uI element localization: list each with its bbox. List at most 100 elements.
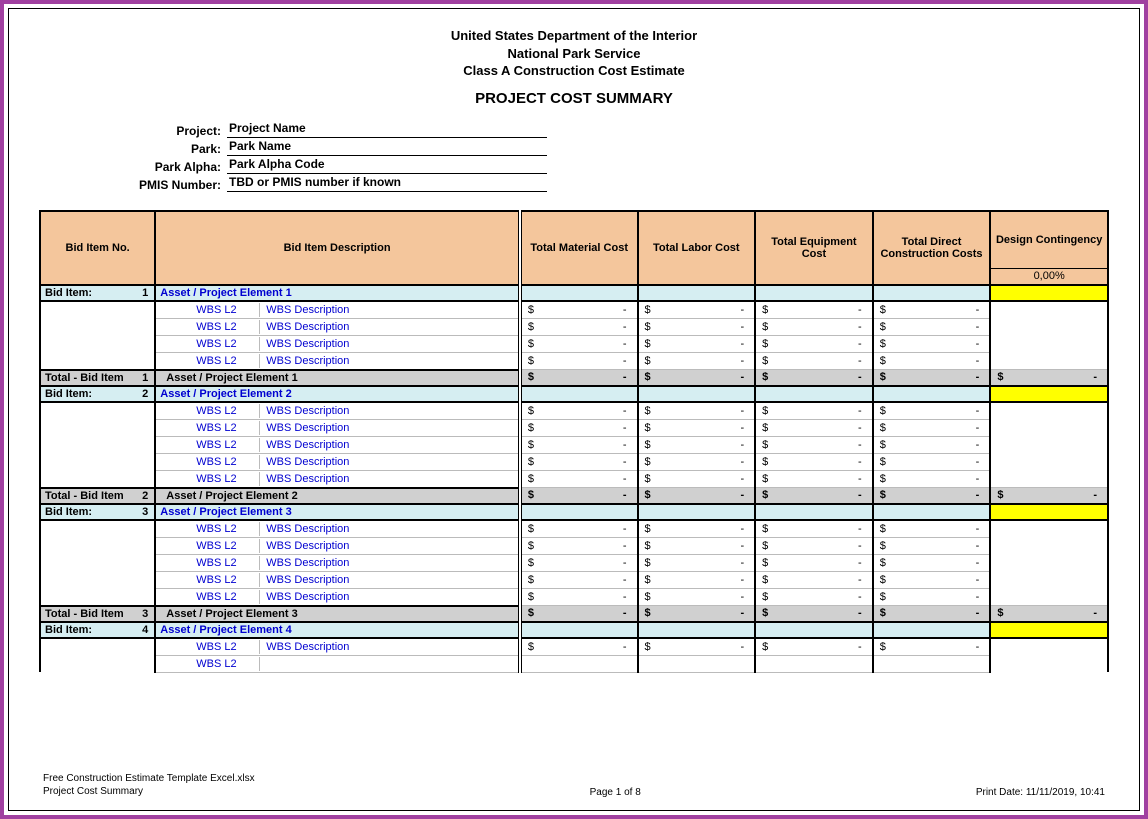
hdr-lab (638, 285, 756, 301)
hdr-eq (755, 504, 873, 520)
money-cell: $- (638, 554, 756, 571)
empty-bidno (40, 571, 155, 588)
header-line-2: National Park Service (39, 45, 1109, 63)
doc-header: United States Department of the Interior… (39, 27, 1109, 107)
total-row: Total - Bid Item2 Asset / Project Elemen… (40, 488, 1108, 504)
money-cell: $- (873, 370, 991, 386)
hdr-eq (755, 386, 873, 402)
money-cell: $- (873, 520, 991, 538)
money-cell: $- (755, 520, 873, 538)
empty-cont (990, 436, 1108, 453)
empty-bidno (40, 470, 155, 488)
hdr-eq (755, 622, 873, 638)
money-cell: $- (755, 402, 873, 420)
cost-table: Bid Item No. Bid Item Description Total … (39, 210, 1109, 673)
wbs-cell: WBS L2 (155, 655, 520, 672)
bid-header-row: Bid Item:1 Asset / Project Element 1 (40, 285, 1108, 301)
money-cell: $- (520, 436, 638, 453)
meta-park-value: Park Name (227, 139, 547, 156)
bid-item-label-cell: Bid Item:4 (40, 622, 155, 638)
money-cell: $- (520, 537, 638, 554)
total-label-cell: Total - Bid Item3 (40, 606, 155, 622)
money-cell: $- (873, 352, 991, 370)
money-cell: $- (873, 419, 991, 436)
header-line-3: Class A Construction Cost Estimate (39, 62, 1109, 80)
th-bidno: Bid Item No. (40, 211, 155, 285)
hdr-lab (638, 504, 756, 520)
wbs-row: WBS L2 (40, 655, 1108, 672)
money-cell: $- (520, 335, 638, 352)
money-cell: $- (755, 537, 873, 554)
hdr-dc (873, 504, 991, 520)
money-cell: $- (755, 318, 873, 335)
meta-parkalpha-value: Park Alpha Code (227, 157, 547, 174)
meta-parkalpha-label: Park Alpha: (109, 160, 227, 174)
empty-cont (990, 571, 1108, 588)
outer-frame: United States Department of the Interior… (0, 0, 1148, 819)
meta-project-value: Project Name (227, 121, 547, 138)
wbs-cell: WBS L2WBS Description (155, 352, 520, 370)
empty-bidno (40, 638, 155, 656)
hdr-cont (990, 386, 1108, 402)
hdr-mat (520, 622, 638, 638)
money-cell: $- (755, 488, 873, 504)
meta-pmis-value: TBD or PMIS number if known (227, 175, 547, 192)
money-cell: $- (755, 352, 873, 370)
th-lab: Total Labor Cost (638, 211, 756, 285)
empty-bidno (40, 537, 155, 554)
money-cell (520, 655, 638, 672)
meta-park-label: Park: (109, 142, 227, 156)
wbs-row: WBS L2WBS Description $- $- $- $- (40, 537, 1108, 554)
money-cell: $- (990, 370, 1108, 386)
wbs-row: WBS L2WBS Description $- $- $- $- (40, 318, 1108, 335)
empty-bidno (40, 554, 155, 571)
money-cell: $- (873, 554, 991, 571)
money-cell: $- (638, 571, 756, 588)
bid-item-label-cell: Bid Item:2 (40, 386, 155, 402)
money-cell: $- (638, 419, 756, 436)
empty-cont (990, 318, 1108, 335)
meta-pmis-label: PMIS Number: (109, 178, 227, 192)
money-cell: $- (873, 638, 991, 656)
money-cell: $- (520, 638, 638, 656)
empty-bidno (40, 655, 155, 672)
asset-name: Asset / Project Element 1 (155, 285, 520, 301)
money-cell: $- (755, 588, 873, 606)
hdr-mat (520, 285, 638, 301)
money-cell: $- (520, 606, 638, 622)
empty-cont (990, 655, 1108, 672)
money-cell: $- (520, 554, 638, 571)
meta-block: Project: Project Name Park: Park Name Pa… (109, 121, 1109, 192)
th-mat: Total Material Cost (520, 211, 638, 285)
page-title: PROJECT COST SUMMARY (39, 90, 1109, 107)
asset-name: Asset / Project Element 3 (155, 504, 520, 520)
money-cell: $- (873, 470, 991, 488)
wbs-cell: WBS L2WBS Description (155, 419, 520, 436)
money-cell: $- (873, 537, 991, 554)
total-asset: Asset / Project Element 2 (155, 488, 520, 504)
empty-bidno (40, 588, 155, 606)
footer-print: Print Date: 11/11/2019, 10:41 (976, 787, 1105, 798)
money-cell: $- (873, 436, 991, 453)
money-cell: $- (638, 520, 756, 538)
money-cell: $- (638, 318, 756, 335)
hdr-lab (638, 622, 756, 638)
money-cell: $- (873, 318, 991, 335)
empty-bidno (40, 419, 155, 436)
money-cell: $- (638, 470, 756, 488)
footer-sheet: Project Cost Summary (43, 785, 255, 798)
money-cell: $- (520, 520, 638, 538)
money-cell: $- (755, 370, 873, 386)
header-line-1: United States Department of the Interior (39, 27, 1109, 45)
page-footer: Free Construction Estimate Template Exce… (43, 772, 1105, 798)
total-asset: Asset / Project Element 1 (155, 370, 520, 386)
money-cell: $- (873, 402, 991, 420)
wbs-row: WBS L2WBS Description $- $- $- $- (40, 419, 1108, 436)
asset-name: Asset / Project Element 4 (155, 622, 520, 638)
money-cell: $- (638, 638, 756, 656)
money-cell: $- (755, 301, 873, 319)
wbs-row: WBS L2WBS Description $- $- $- $- (40, 470, 1108, 488)
money-cell: $- (520, 370, 638, 386)
money-cell: $- (990, 606, 1108, 622)
total-asset: Asset / Project Element 3 (155, 606, 520, 622)
